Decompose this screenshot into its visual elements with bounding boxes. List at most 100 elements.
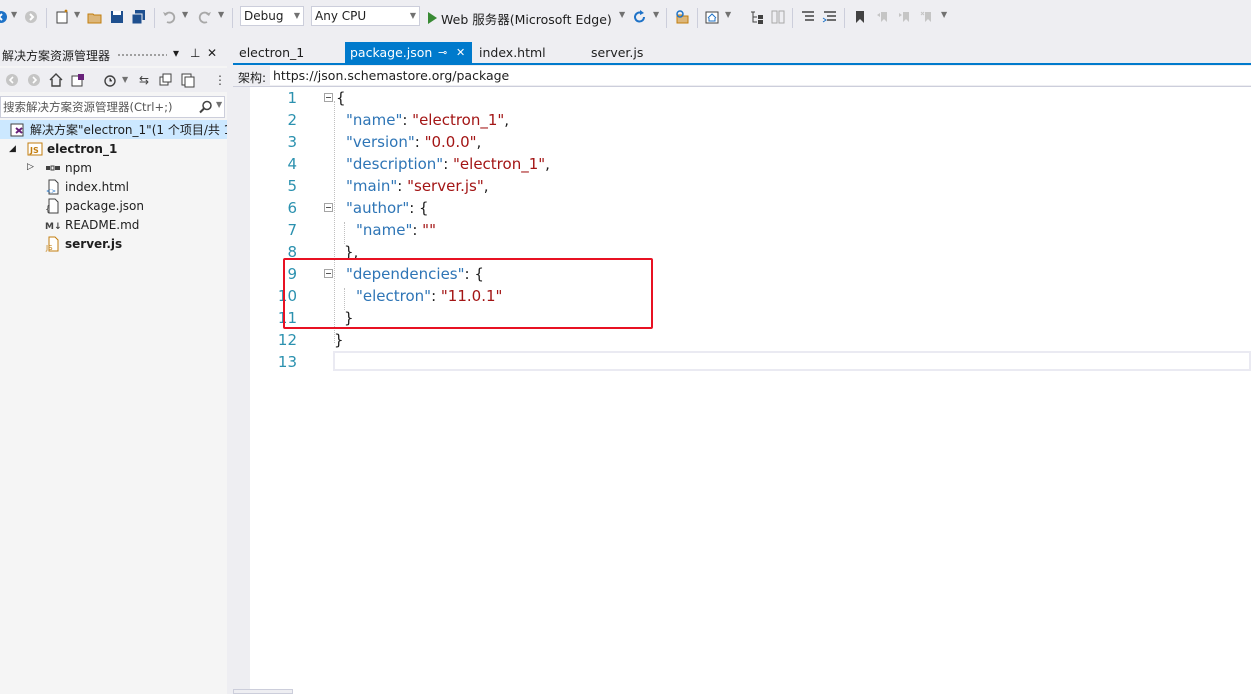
uncomment-lines-icon[interactable] [821, 8, 839, 26]
run-button-label: Web 服务器(Microsoft Edge) [441, 11, 612, 27]
outline-icon[interactable] [748, 8, 766, 26]
undo-icon[interactable] [160, 8, 178, 26]
chevron-down-icon[interactable]: ▼ [216, 100, 222, 109]
collapse-fold-icon[interactable] [324, 203, 333, 212]
solution-explorer-toolbar: ▼ ⇆ ⋮ [0, 68, 227, 92]
tree-item-npm[interactable]: npm [45, 158, 92, 177]
tree-solution-node[interactable]: 解决方案"electron_1"(1 个项目/共 1 [0, 120, 231, 139]
save-all-icon[interactable] [130, 8, 148, 26]
collapsed-arrow-icon[interactable]: ▷ [27, 162, 34, 172]
tab-package-json[interactable]: package.json ⊸ ✕ [345, 42, 472, 63]
tree-item-server-js[interactable]: JS server.js [45, 234, 122, 253]
platform-select[interactable]: Any CPU ▼ [311, 6, 420, 26]
collapse-all-icon[interactable] [158, 72, 174, 88]
switch-views-icon[interactable] [70, 72, 86, 88]
json-punctuation: : [402, 111, 413, 129]
chevron-down-icon[interactable]: ▼ [11, 10, 17, 19]
json-key: "main" [346, 177, 398, 195]
svg-text:M↓: M↓ [45, 222, 61, 232]
comment-lines-icon[interactable] [799, 8, 817, 26]
open-file-icon[interactable] [86, 8, 104, 26]
chevron-down-icon[interactable]: ▼ [619, 10, 625, 19]
navigate-forward-icon[interactable] [22, 8, 40, 26]
clear-bookmarks-icon[interactable] [918, 8, 936, 26]
refresh-icon[interactable] [631, 8, 649, 26]
horizontal-scrollbar[interactable] [233, 689, 293, 694]
line-number: 13 [277, 353, 297, 371]
chevron-down-icon[interactable]: ▼ [122, 75, 128, 84]
configuration-value: Debug [244, 9, 284, 23]
chevron-down-icon[interactable]: ▼ [182, 10, 188, 19]
chevron-down-icon[interactable]: ▼ [218, 10, 224, 19]
forward-icon[interactable] [26, 72, 42, 88]
tree-item-label: README.md [65, 217, 140, 232]
more-options-icon[interactable]: ⋮ [212, 72, 228, 88]
current-line-highlight [333, 351, 1251, 371]
json-punctuation: : [412, 221, 423, 239]
chevron-down-icon[interactable]: ▼ [941, 10, 947, 19]
line-number: 2 [287, 111, 297, 129]
document-tabs: electron_1 package.json ⊸ ✕ index.html s… [233, 42, 1251, 63]
tab-server-js[interactable]: server.js [585, 42, 697, 63]
chevron-down-icon[interactable]: ▼ [653, 10, 659, 19]
chevron-down-icon[interactable]: ▼ [725, 10, 731, 19]
schema-label: 架构: [238, 71, 267, 85]
tab-index-html[interactable]: index.html [473, 42, 585, 63]
json-punctuation: : [397, 177, 408, 195]
compare-icon[interactable] [769, 8, 787, 26]
svg-text:<>: <> [46, 188, 56, 195]
tree-project-node[interactable]: JS electron_1 [27, 139, 117, 158]
code-editor[interactable]: 1 2 3 4 5 6 7 8 9 10 11 12 13 { "name": … [233, 87, 1251, 694]
json-punctuation: { [336, 89, 346, 107]
tab-electron-1[interactable]: electron_1 [233, 42, 345, 63]
redo-icon[interactable] [196, 8, 214, 26]
search-icon[interactable] [199, 100, 213, 117]
home-icon[interactable] [703, 8, 721, 26]
json-key: "version" [346, 133, 415, 151]
code-line: "main": "server.js", [346, 175, 489, 197]
solution-search-input[interactable] [3, 99, 193, 115]
home-icon[interactable] [48, 72, 64, 88]
close-tab-icon[interactable]: ✕ [456, 42, 465, 63]
sync-icon[interactable]: ⇆ [136, 72, 152, 88]
javascript-file-icon: JS [45, 236, 61, 252]
tree-item-index-html[interactable]: <> index.html [45, 177, 129, 196]
code-line: "description": "electron_1", [346, 153, 550, 175]
close-icon[interactable]: ✕ [207, 46, 217, 60]
bookmark-icon[interactable] [851, 8, 869, 26]
code-line: { [336, 87, 346, 109]
show-all-files-icon[interactable] [180, 72, 196, 88]
json-key: "name" [356, 221, 413, 239]
javascript-project-icon: JS [27, 141, 43, 157]
tree-item-package-json[interactable]: { package.json [45, 196, 144, 215]
json-string: "0.0.0" [424, 133, 477, 151]
platform-value: Any CPU [315, 9, 367, 23]
pending-changes-filter-icon[interactable] [102, 72, 118, 88]
previous-bookmark-icon[interactable] [874, 8, 892, 26]
panel-title: 解决方案资源管理器 [2, 49, 111, 63]
find-in-files-icon[interactable] [673, 8, 691, 26]
next-bookmark-icon[interactable] [896, 8, 914, 26]
pin-tab-icon[interactable]: ⊸ [438, 42, 447, 63]
chevron-down-icon[interactable]: ▼ [74, 10, 80, 19]
line-number: 1 [287, 89, 297, 107]
toolbar-divider [844, 8, 845, 28]
save-icon[interactable] [108, 8, 126, 26]
schema-url-field[interactable]: https://json.schemastore.org/package [270, 66, 1251, 85]
expanded-arrow-icon[interactable]: ◢ [9, 144, 16, 154]
code-line: "name": "electron_1", [346, 109, 509, 131]
window-position-icon[interactable]: ▾ [173, 46, 179, 60]
json-punctuation: , [504, 111, 510, 129]
new-project-icon[interactable] [53, 8, 71, 26]
back-icon[interactable] [4, 72, 20, 88]
configuration-select[interactable]: Debug ▼ [240, 6, 304, 26]
collapse-fold-icon[interactable] [324, 93, 333, 102]
tree-item-readme[interactable]: M↓ README.md [45, 215, 139, 234]
chevron-down-icon: ▼ [293, 11, 300, 20]
navigate-back-icon[interactable] [0, 8, 10, 26]
drag-handle[interactable] [117, 53, 167, 57]
run-button[interactable]: Web 服务器(Microsoft Edge) [428, 8, 612, 28]
pin-icon[interactable]: ⊥ [190, 46, 200, 60]
json-file-icon: { [45, 198, 61, 214]
solution-search-box[interactable]: ▼ [0, 96, 225, 118]
